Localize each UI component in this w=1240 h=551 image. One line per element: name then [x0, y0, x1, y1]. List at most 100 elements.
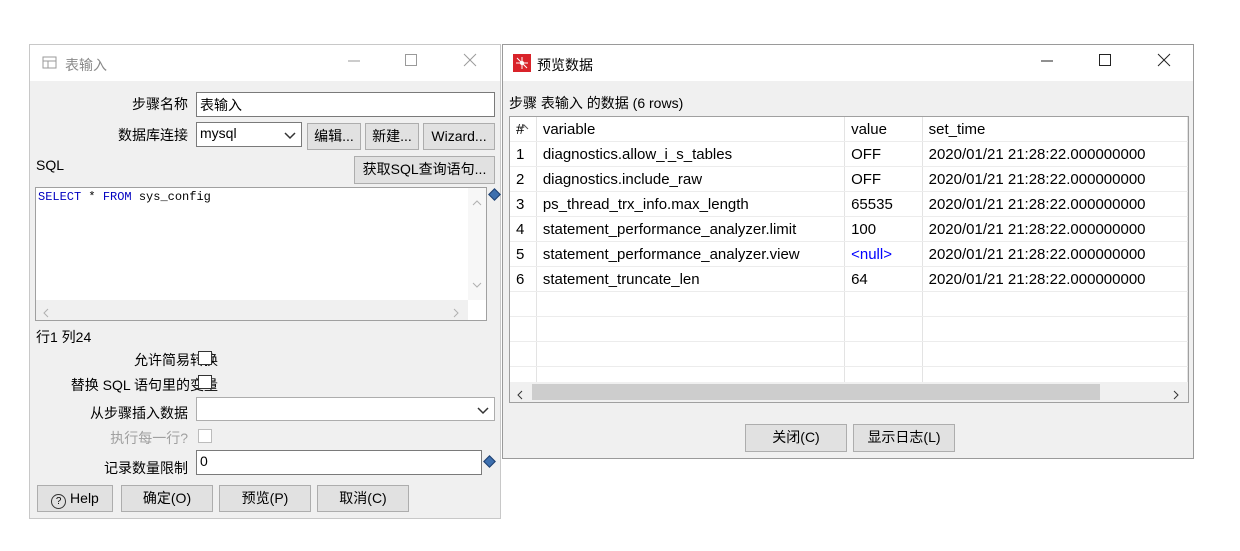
chevron-down-icon — [284, 128, 296, 144]
table-row[interactable]: 6 statement_truncate_len 64 2020/01/21 2… — [510, 266, 1188, 292]
preview-titlebar: 预览数据 — [503, 45, 1193, 81]
cell-set-time: 2020/01/21 21:28:22.000000000 — [922, 141, 1188, 167]
cursor-position: 行1 列24 — [36, 329, 92, 345]
table-row[interactable]: 1 diagnostics.allow_i_s_tables OFF 2020/… — [510, 141, 1188, 167]
preview-title: 预览数据 — [537, 57, 593, 73]
limit-label: 记录数量限制 — [104, 460, 188, 476]
chevron-down-icon — [477, 403, 489, 419]
preview-table: # variable value set_time 1 diagnostics.… — [510, 117, 1188, 392]
preview-button[interactable]: 预览(P) — [219, 485, 311, 512]
dialog-titlebar: 表输入 — [30, 45, 500, 81]
sql-horizontal-scrollbar[interactable] — [36, 300, 468, 320]
cell-variable: statement_performance_analyzer.limit — [536, 216, 846, 242]
table-row[interactable]: 4 statement_performance_analyzer.limit 1… — [510, 216, 1188, 242]
maximize-icon[interactable] — [400, 53, 422, 73]
scroll-right-icon[interactable] — [1172, 387, 1180, 402]
column-header-value[interactable]: value — [844, 117, 923, 142]
db-connection-label: 数据库连接 — [118, 127, 188, 143]
insert-from-step-select[interactable] — [196, 397, 495, 421]
cell-variable: diagnostics.allow_i_s_tables — [536, 141, 846, 167]
sql-keyword-from: FROM — [102, 190, 132, 204]
close-icon[interactable] — [459, 53, 481, 73]
sql-text: SELECT * FROM sys_config — [38, 190, 211, 204]
replace-variables-checkbox[interactable] — [198, 375, 212, 389]
spoon-app-icon — [513, 54, 531, 72]
cell-variable: statement_truncate_len — [536, 266, 846, 292]
help-label: Help — [70, 490, 99, 506]
help-button[interactable]: ? Help — [37, 485, 113, 512]
sql-rest: sys_config — [131, 190, 211, 204]
cell-set-time: 2020/01/21 21:28:22.000000000 — [922, 166, 1188, 192]
empty-row — [510, 316, 1188, 342]
edit-connection-button[interactable]: 编辑... — [307, 123, 361, 150]
scroll-down-icon[interactable] — [472, 276, 482, 292]
sql-label: SQL — [36, 157, 65, 173]
execute-each-row-checkbox[interactable] — [198, 429, 212, 443]
get-sql-button[interactable]: 获取SQL查询语句... — [354, 156, 495, 184]
lazy-conversion-checkbox[interactable] — [198, 351, 212, 365]
cell-set-time: 2020/01/21 21:28:22.000000000 — [922, 191, 1188, 217]
db-connection-value: mysql — [200, 125, 237, 141]
preview-subtitle: 步骤 表输入 的数据 (6 rows) — [509, 95, 684, 111]
insert-from-step-label: 从步骤插入数据 — [90, 405, 188, 421]
scroll-right-icon[interactable] — [452, 305, 460, 321]
variable-hint-icon — [488, 188, 501, 201]
cell-value: 64 — [844, 266, 923, 292]
cell-value: OFF — [844, 166, 923, 192]
cell-value: OFF — [844, 141, 923, 167]
row-index: 4 — [510, 216, 537, 242]
minimize-icon[interactable] — [1036, 53, 1058, 73]
cell-set-time: 2020/01/21 21:28:22.000000000 — [922, 266, 1188, 292]
sql-star: * — [81, 190, 103, 204]
table-input-icon — [42, 56, 58, 73]
scroll-left-icon[interactable] — [42, 305, 50, 321]
column-header-set-time[interactable]: set_time — [922, 117, 1188, 142]
ok-button[interactable]: 确定(O) — [121, 485, 213, 512]
variable-hint-icon — [483, 455, 496, 468]
empty-row — [510, 341, 1188, 367]
column-header-variable[interactable]: variable — [536, 117, 846, 142]
show-log-button[interactable]: 显示日志(L) — [853, 424, 955, 452]
preview-data-window: 预览数据 步骤 表输入 的数据 (6 rows) # variable valu… — [502, 44, 1194, 459]
cell-variable: ps_thread_trx_info.max_length — [536, 191, 846, 217]
step-name-label: 步骤名称 — [132, 96, 188, 112]
cell-value: 65535 — [844, 191, 923, 217]
cell-value: 100 — [844, 216, 923, 242]
cell-set-time: 2020/01/21 21:28:22.000000000 — [922, 241, 1188, 267]
sort-indicator-icon — [519, 117, 529, 133]
dialog-title: 表输入 — [65, 57, 107, 73]
table-row[interactable]: 3 ps_thread_trx_info.max_length 65535 20… — [510, 191, 1188, 217]
scrollbar-thumb[interactable] — [532, 384, 1100, 400]
scroll-left-icon[interactable] — [516, 387, 524, 402]
limit-input[interactable]: 0 — [196, 450, 482, 475]
row-index: 5 — [510, 241, 537, 267]
replace-variables-label: 替换 SQL 语句里的变量 — [70, 377, 218, 393]
preview-table-container: # variable value set_time 1 diagnostics.… — [509, 116, 1189, 403]
close-button[interactable]: 关闭(C) — [745, 424, 847, 452]
row-index: 2 — [510, 166, 537, 192]
empty-row — [510, 291, 1188, 317]
cancel-button[interactable]: 取消(C) — [317, 485, 409, 512]
preview-horizontal-scrollbar[interactable] — [510, 382, 1188, 402]
close-icon[interactable] — [1153, 53, 1175, 73]
new-connection-button[interactable]: 新建... — [365, 123, 419, 150]
table-input-dialog: 表输入 步骤名称 表输入 数据库连接 mysql 编辑... 新建... Wiz… — [29, 44, 501, 519]
sql-keyword-select: SELECT — [38, 190, 82, 204]
row-index: 6 — [510, 266, 537, 292]
step-name-input[interactable]: 表输入 — [196, 92, 495, 117]
table-row[interactable]: 5 statement_performance_analyzer.view <n… — [510, 241, 1188, 267]
minimize-icon[interactable] — [343, 53, 365, 73]
db-connection-select[interactable]: mysql — [196, 122, 302, 147]
cell-value-null: <null> — [844, 241, 923, 267]
maximize-icon[interactable] — [1094, 53, 1116, 73]
cell-variable: diagnostics.include_raw — [536, 166, 846, 192]
wizard-button[interactable]: Wizard... — [423, 123, 495, 150]
cell-set-time: 2020/01/21 21:28:22.000000000 — [922, 216, 1188, 242]
row-index: 3 — [510, 191, 537, 217]
table-row[interactable]: 2 diagnostics.include_raw OFF 2020/01/21… — [510, 166, 1188, 192]
table-header-row: # variable value set_time — [510, 117, 1188, 142]
sql-editor[interactable]: SELECT * FROM sys_config — [35, 187, 487, 321]
scroll-up-icon[interactable] — [472, 194, 482, 210]
execute-each-row-label: 执行每一行? — [110, 430, 188, 446]
sql-vertical-scrollbar[interactable] — [468, 188, 486, 300]
